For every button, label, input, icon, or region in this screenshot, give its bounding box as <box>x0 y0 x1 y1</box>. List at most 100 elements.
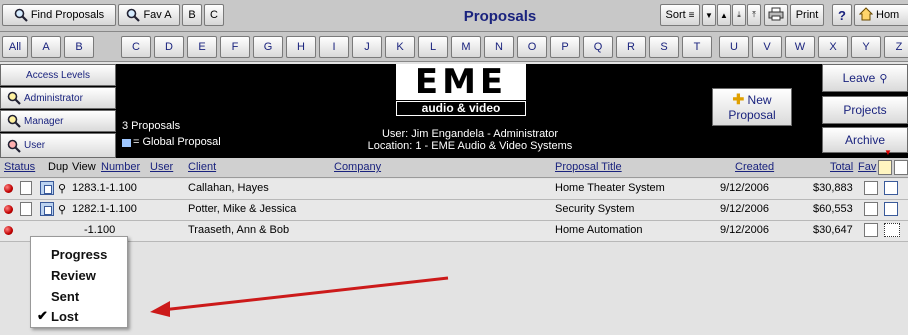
manager-button[interactable]: Manager <box>0 110 116 132</box>
fav-checkbox[interactable] <box>864 181 878 195</box>
select-checkbox[interactable] <box>884 181 898 195</box>
filter-letter[interactable]: G <box>253 36 283 58</box>
filter-letter[interactable]: H <box>286 36 316 58</box>
new-proposal-label-2: Proposal <box>728 108 776 122</box>
home-button[interactable]: Hom <box>854 4 908 26</box>
alphabet-filter-bar: All A B C D E F G H I J K L M N O P Q R … <box>0 32 908 62</box>
fav-checkbox[interactable] <box>864 202 878 216</box>
filter-label: O <box>527 41 537 53</box>
filter-letter[interactable]: W <box>785 36 815 58</box>
view-magnifier-icon[interactable]: ⚲ <box>58 203 66 216</box>
manager-label: Manager <box>24 115 64 127</box>
fav-a-button[interactable]: Fav A <box>118 4 180 26</box>
filter-letter[interactable]: M <box>451 36 481 58</box>
filter-letter[interactable]: E <box>187 36 217 58</box>
filter-letter[interactable]: V <box>752 36 782 58</box>
filter-letter[interactable]: I <box>319 36 349 58</box>
filter-letter[interactable]: X <box>818 36 848 58</box>
filter-letter[interactable]: B <box>64 36 94 58</box>
filter-letter[interactable]: L <box>418 36 448 58</box>
filter-letter[interactable]: J <box>352 36 382 58</box>
printer-button[interactable] <box>764 4 788 26</box>
archive-label: Archive <box>844 133 885 147</box>
filter-letter[interactable]: C <box>121 36 151 58</box>
col-user[interactable]: User <box>150 161 173 173</box>
magnifier-icon <box>7 139 21 153</box>
find-proposals-button[interactable]: Find Proposals <box>2 4 116 26</box>
user-level-button[interactable]: User <box>0 133 116 158</box>
new-proposal-button[interactable]: ✚ New Proposal <box>712 88 792 126</box>
filter-letter[interactable]: P <box>550 36 580 58</box>
status-indicator[interactable] <box>4 184 13 193</box>
fav-b-button[interactable]: B <box>182 4 202 26</box>
administrator-button[interactable]: Administrator <box>0 87 116 109</box>
folder-icon[interactable] <box>878 160 892 175</box>
sort-last-button[interactable]: ⤓ <box>732 4 746 26</box>
filter-letter[interactable]: O <box>517 36 547 58</box>
filter-letter[interactable]: F <box>220 36 250 58</box>
menu-item-sent[interactable]: Sent <box>51 289 79 304</box>
global-proposal-swatch <box>122 139 131 147</box>
filter-letter[interactable]: U <box>719 36 749 58</box>
leave-button[interactable]: Leave ⚲ <box>822 64 908 92</box>
col-company[interactable]: Company <box>334 161 381 173</box>
cell-client: Potter, Mike & Jessica <box>188 203 297 215</box>
view-magnifier-icon[interactable]: ⚲ <box>58 182 66 195</box>
col-total[interactable]: Total <box>830 161 853 173</box>
sort-down-button[interactable]: ▼ <box>702 4 716 26</box>
fav-c-label: C <box>210 9 218 21</box>
table-row[interactable]: -1.100 Traaseth, Ann & Bob Home Automati… <box>0 221 908 242</box>
dup-checkbox[interactable] <box>20 202 32 216</box>
filter-label: G <box>263 41 273 53</box>
fav-checkbox[interactable] <box>864 223 878 237</box>
annotation-arrow <box>150 276 449 317</box>
fav-c-button[interactable]: C <box>204 4 224 26</box>
select-checkbox[interactable] <box>884 202 898 216</box>
archive-button[interactable]: Archive <box>822 127 908 153</box>
sort-up-button[interactable]: ▲ <box>717 4 731 26</box>
table-row[interactable]: ⚲ 1282.1-1.100 Potter, Mike & Jessica Se… <box>0 200 908 221</box>
filter-label: F <box>231 41 239 53</box>
cell-total: $30,647 <box>813 224 853 236</box>
duplicate-icon[interactable] <box>40 181 54 195</box>
filter-letter[interactable]: Y <box>851 36 881 58</box>
filter-letter[interactable]: N <box>484 36 514 58</box>
filter-label: I <box>332 41 336 53</box>
access-levels-button[interactable]: Access Levels <box>0 64 116 86</box>
menu-item-progress[interactable]: Progress <box>51 247 107 262</box>
select-checkbox[interactable] <box>884 223 900 237</box>
status-indicator[interactable] <box>4 205 13 214</box>
filter-letter[interactable]: K <box>385 36 415 58</box>
filter-letter[interactable]: R <box>616 36 646 58</box>
dup-checkbox[interactable] <box>20 181 32 195</box>
col-number[interactable]: Number <box>101 161 140 173</box>
help-button[interactable]: ? <box>832 4 852 26</box>
filter-letter[interactable]: T <box>682 36 712 58</box>
col-proposal-title[interactable]: Proposal Title <box>555 161 622 173</box>
leave-label: Leave <box>842 71 876 85</box>
col-client[interactable]: Client <box>188 161 216 173</box>
top-toolbar: Find Proposals Fav A B C Proposals Sort … <box>0 0 908 32</box>
col-status[interactable]: Status <box>4 161 35 173</box>
col-created[interactable]: Created <box>735 161 774 173</box>
menu-item-review[interactable]: Review <box>51 268 96 283</box>
sort-first-button[interactable]: ⤒ <box>747 4 761 26</box>
filter-letter[interactable]: Z <box>884 36 908 58</box>
sort-button[interactable]: Sort ≡ <box>660 4 700 26</box>
filter-all[interactable]: All <box>2 36 28 58</box>
filter-letter[interactable]: A <box>31 36 61 58</box>
duplicate-icon[interactable] <box>40 202 54 216</box>
select-all-checkbox[interactable] <box>894 160 908 175</box>
filter-label: L <box>429 41 437 53</box>
menu-item-lost[interactable]: Lost <box>51 309 78 324</box>
filter-letter[interactable]: S <box>649 36 679 58</box>
status-indicator[interactable] <box>4 226 13 235</box>
projects-button[interactable]: Projects <box>822 96 908 124</box>
table-row[interactable]: ⚲ 1283.1-1.100 Callahan, Hayes Home Thea… <box>0 179 908 200</box>
filter-label: Z <box>895 41 903 53</box>
col-fav[interactable]: Fav <box>858 161 876 173</box>
fav-b-label: B <box>188 9 196 21</box>
print-button[interactable]: Print <box>790 4 824 26</box>
filter-letter[interactable]: Q <box>583 36 613 58</box>
filter-letter[interactable]: D <box>154 36 184 58</box>
